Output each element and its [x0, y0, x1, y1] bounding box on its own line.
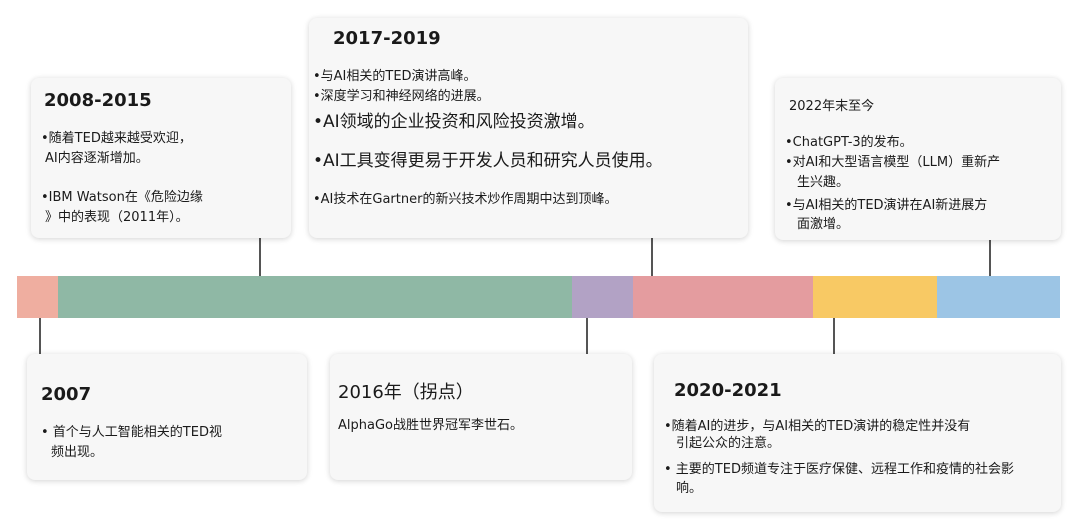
- card-line: • 主要的TED频道专注于医疗保健、远程工作和疫情的社会影: [664, 462, 1014, 477]
- timeline-segment-2017-2019: [633, 276, 813, 318]
- card-line: 引起公众的注意。: [676, 436, 781, 451]
- card-line: •与AI相关的TED演讲高峰。: [313, 69, 477, 84]
- card-title: 2017-2019: [333, 28, 441, 49]
- card-title: 2007: [41, 384, 92, 405]
- card-line: •深度学习和神经网络的进展。: [313, 89, 490, 104]
- card-line: AI内容逐渐增加。: [45, 151, 149, 166]
- card-line: AlphaGo战胜世界冠军李世石。: [338, 418, 523, 433]
- card-line: •IBM Watson在《危险边缘: [41, 190, 203, 205]
- card-line: •与AI相关的TED演讲在AI新进展方: [785, 198, 988, 213]
- timeline-segment-2007: [17, 276, 58, 318]
- card-line: • 首个与人工智能相关的TED视: [41, 425, 222, 440]
- card-2020-2021: 2020-2021 •随着AI的进步，与AI相关的TED演讲的稳定性并没有 引起…: [654, 354, 1061, 512]
- card-title: 2022年末至今: [789, 99, 875, 114]
- timeline-segment-2020-2021: [813, 276, 937, 318]
- card-2017-2019: 2017-2019 •与AI相关的TED演讲高峰。 •深度学习和神经网络的进展。…: [309, 18, 748, 238]
- timeline-segment-2008-2015: [58, 276, 572, 318]
- card-line: •ChatGPT-3的发布。: [785, 135, 913, 150]
- card-line: 生兴趣。: [797, 175, 850, 190]
- timeline-segment-2016: [572, 276, 633, 318]
- card-2007: 2007 • 首个与人工智能相关的TED视 频出现。: [27, 354, 307, 480]
- card-2022: 2022年末至今 •ChatGPT-3的发布。 •对AI和大型语言模型（LLM）…: [775, 78, 1061, 240]
- connector-2016: [586, 318, 588, 354]
- connector-2022: [989, 240, 991, 276]
- card-line: 频出现。: [51, 445, 104, 460]
- card-2016: 2016年（拐点） AlphaGo战胜世界冠军李世石。: [330, 354, 632, 480]
- card-title: 2016年（拐点）: [338, 382, 474, 403]
- card-line: •对AI和大型语言模型（LLM）重新产: [785, 155, 1001, 170]
- timeline-bar: [17, 276, 1060, 318]
- card-line: •AI技术在Gartner的新兴技术炒作周期中达到顶峰。: [313, 192, 618, 207]
- connector-2017-2019: [651, 238, 653, 276]
- card-title: 2020-2021: [674, 380, 782, 401]
- card-line: 响。: [676, 481, 703, 496]
- card-line: 》中的表现（2011年）。: [45, 210, 189, 225]
- connector-2008-2015: [259, 238, 261, 276]
- connector-2020-2021: [833, 318, 835, 354]
- card-line: •随着TED越来越受欢迎，: [41, 131, 192, 146]
- card-line: •随着AI的进步，与AI相关的TED演讲的稳定性并没有: [664, 419, 971, 434]
- card-2008-2015: 2008-2015 •随着TED越来越受欢迎， AI内容逐渐增加。 •IBM W…: [31, 78, 291, 238]
- card-line: •AI领域的企业投资和风险投资激增。: [313, 112, 595, 132]
- card-line: •AI工具变得更易于开发人员和研究人员使用。: [313, 151, 663, 171]
- card-line: 面激增。: [797, 217, 850, 232]
- timeline-segment-2022: [937, 276, 1060, 318]
- connector-2007: [39, 318, 41, 354]
- card-title: 2008-2015: [44, 90, 152, 111]
